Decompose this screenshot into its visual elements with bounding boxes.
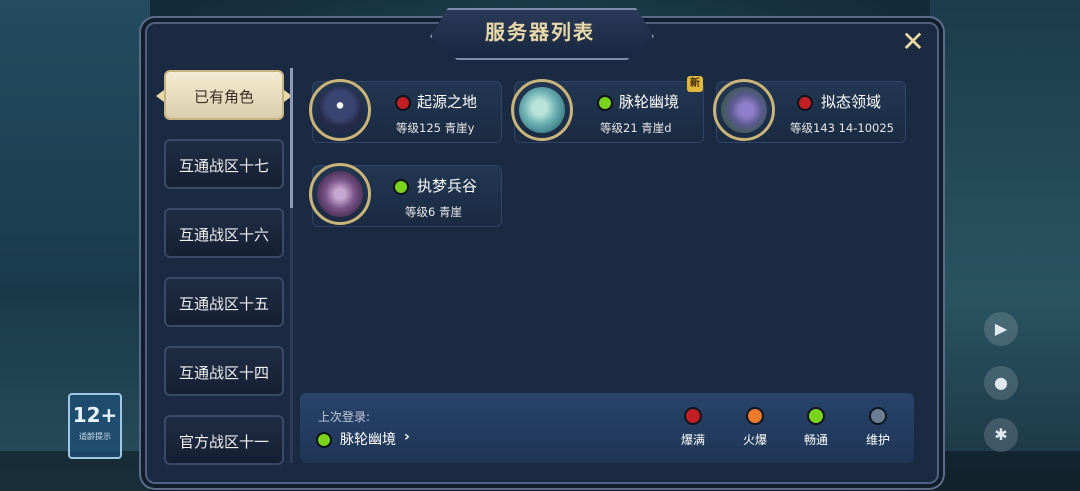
user-icon[interactable]: ● — [984, 366, 1018, 400]
legend-label: 维护 — [865, 433, 890, 447]
server-card[interactable]: 拟态领域 等级143 14-10025 — [713, 79, 906, 143]
status-dot — [807, 407, 825, 425]
legend-maintenance: 维护 — [858, 407, 898, 448]
server-info: 等级6 青崖 — [405, 205, 462, 219]
age-rating-value: 12+ — [72, 403, 118, 427]
status-dot — [797, 95, 813, 111]
age-rating-sub: 适龄提示 — [79, 432, 111, 441]
sidebar-item-official-11[interactable]: 官方战区十一 — [164, 415, 284, 465]
sidebar-item-zone-17[interactable]: 互通战区十七 — [164, 139, 284, 189]
server-info: 等级21 青崖d — [600, 121, 672, 135]
sidebar-scrollbar[interactable] — [290, 68, 293, 463]
last-login-label: 上次登录: — [318, 410, 371, 424]
background-right — [930, 0, 1080, 491]
chevron-right-icon: › — [404, 429, 410, 445]
server-info: 等级125 青崖y — [396, 121, 475, 135]
status-dot — [746, 407, 764, 425]
status-dot — [393, 179, 409, 195]
last-login-server-name: 脉轮幽境 — [340, 432, 396, 448]
server-card[interactable]: 起源之地 等级125 青崖y — [309, 79, 502, 143]
legend-smooth: 畅通 — [796, 407, 836, 448]
close-icon: ✕ — [901, 25, 925, 58]
legend-label: 火爆 — [742, 433, 767, 447]
status-dot — [869, 407, 887, 425]
server-avatar — [511, 79, 573, 141]
status-dot — [597, 95, 613, 111]
legend-full: 爆满 — [673, 407, 713, 448]
server-card[interactable]: 脉轮幽境 等级21 青崖d 新 — [511, 76, 704, 143]
server-name: 执梦兵谷 — [417, 177, 478, 195]
server-avatar — [713, 79, 775, 141]
sidebar-item-zone-15[interactable]: 互通战区十五 — [164, 277, 284, 327]
server-name: 起源之地 — [417, 93, 478, 111]
legend-label: 爆满 — [680, 433, 705, 447]
legend-label: 畅通 — [803, 433, 828, 447]
server-name: 拟态领域 — [821, 93, 882, 111]
server-card[interactable]: 执梦兵谷 等级6 青崖 — [309, 163, 502, 227]
play-icon[interactable]: ▶ — [984, 312, 1018, 346]
page-title: 服务器列表 — [485, 20, 595, 44]
status-dot — [395, 95, 411, 111]
sidebar-item-zone-16[interactable]: 互通战区十六 — [164, 208, 284, 258]
server-info: 等级143 14-10025 — [790, 121, 894, 135]
server-name: 脉轮幽境 — [619, 93, 680, 111]
scrollbar-thumb[interactable] — [290, 68, 293, 208]
close-button[interactable]: ✕ — [896, 25, 930, 59]
sidebar: 已有角色 互通战区十七 互通战区十六 互通战区十五 互通战区十四 官方战区十一 — [148, 64, 292, 465]
status-footer: 上次登录: 脉轮幽境 › 爆满 火爆 畅通 维护 — [300, 393, 914, 463]
sidebar-item-existing-roles[interactable]: 已有角色 — [156, 70, 292, 120]
status-dot — [316, 432, 332, 448]
age-rating-badge: 12+ 适龄提示 — [68, 393, 122, 459]
new-badge: 新 — [687, 76, 703, 92]
server-avatar — [309, 163, 371, 225]
sidebar-item-zone-14[interactable]: 互通战区十四 — [164, 346, 284, 396]
legend-hot: 火爆 — [735, 407, 775, 448]
status-dot — [684, 407, 702, 425]
settings-icon[interactable]: ✱ — [984, 418, 1018, 452]
server-avatar — [309, 79, 371, 141]
